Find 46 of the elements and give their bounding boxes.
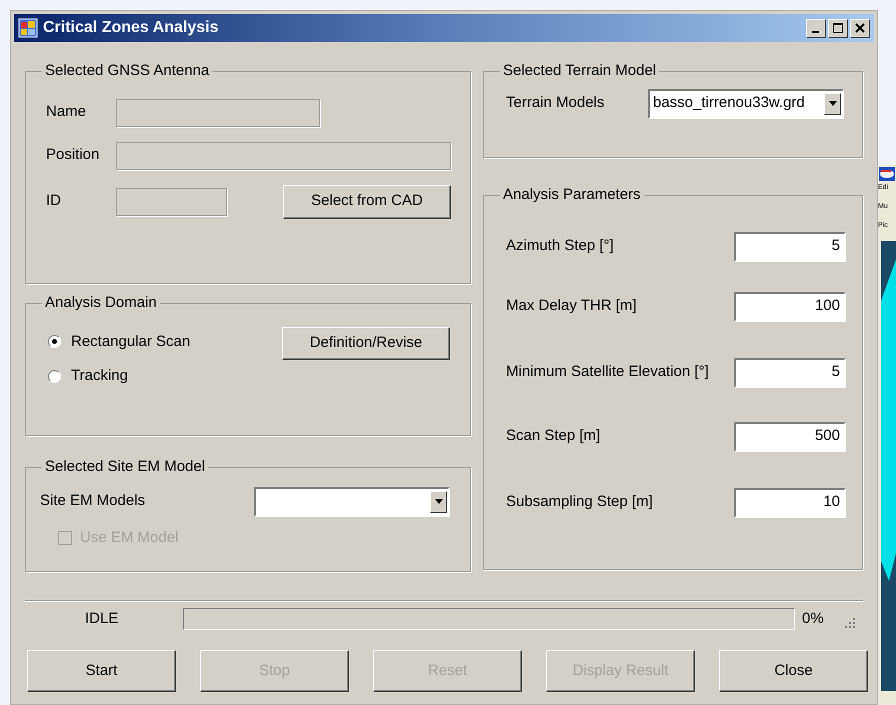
number-field[interactable]: 5 <box>734 232 846 262</box>
radio-button[interactable] <box>48 335 61 348</box>
number-field[interactable]: 100 <box>734 292 846 322</box>
dropdown[interactable]: basso_tirrenou33w.grd <box>648 88 844 118</box>
group-title: Selected Terrain Model <box>502 61 658 81</box>
number-field[interactable]: 10 <box>734 488 846 518</box>
parameter-label: Max Delay THR [m] <box>505 296 638 316</box>
group-title: Selected GNSS Antenna <box>44 61 210 81</box>
text-field[interactable] <box>116 98 320 126</box>
maximize-icon <box>833 23 843 33</box>
field-label: Name <box>45 102 88 122</box>
field-label: ID <box>45 191 62 212</box>
group-title: Selected Site EM Model <box>44 457 206 477</box>
maximize-button[interactable] <box>828 18 848 38</box>
push-button[interactable]: Definition/Revise <box>282 326 450 360</box>
push-button[interactable]: Select from CAD <box>283 184 451 218</box>
parameter-label: Minimum Satellite Elevation [°] <box>505 362 710 382</box>
app-icon <box>18 18 38 38</box>
radio-option[interactable]: Rectangular Scan <box>48 330 190 353</box>
field-label: Site EM Models <box>40 491 146 512</box>
minimize-icon <box>812 31 818 33</box>
progress-percent: 0% <box>802 608 824 629</box>
close-button[interactable] <box>850 18 870 38</box>
app-icon <box>879 167 895 181</box>
status-text: IDLE <box>84 608 120 629</box>
close-icon <box>855 23 865 33</box>
parameter-label: Azimuth Step [°] <box>505 236 615 256</box>
dropdown-value: basso_tirrenou33w.grd <box>652 93 806 114</box>
number-field[interactable]: 500 <box>734 422 846 452</box>
resize-grip-icon <box>844 617 856 629</box>
text-field[interactable] <box>116 142 451 170</box>
minimize-button[interactable] <box>806 18 826 38</box>
radio-option[interactable]: Tracking <box>48 365 190 388</box>
parameter-label: Scan Step [m] <box>505 426 602 446</box>
radio-button[interactable] <box>48 370 61 383</box>
field-label: Position <box>45 145 100 166</box>
window-title: Critical Zones Analysis <box>43 18 220 38</box>
field-label: Terrain Models <box>505 93 606 114</box>
group-title: Analysis Parameters <box>502 185 642 205</box>
dropdown[interactable] <box>254 486 450 516</box>
push-button[interactable]: Start <box>27 650 176 692</box>
parameter-label: Subsampling Step [m] <box>505 492 654 512</box>
group-title: Analysis Domain <box>44 293 158 313</box>
number-field[interactable]: 5 <box>734 358 846 388</box>
push-button[interactable]: Close <box>719 650 868 692</box>
text-field[interactable] <box>116 188 227 216</box>
